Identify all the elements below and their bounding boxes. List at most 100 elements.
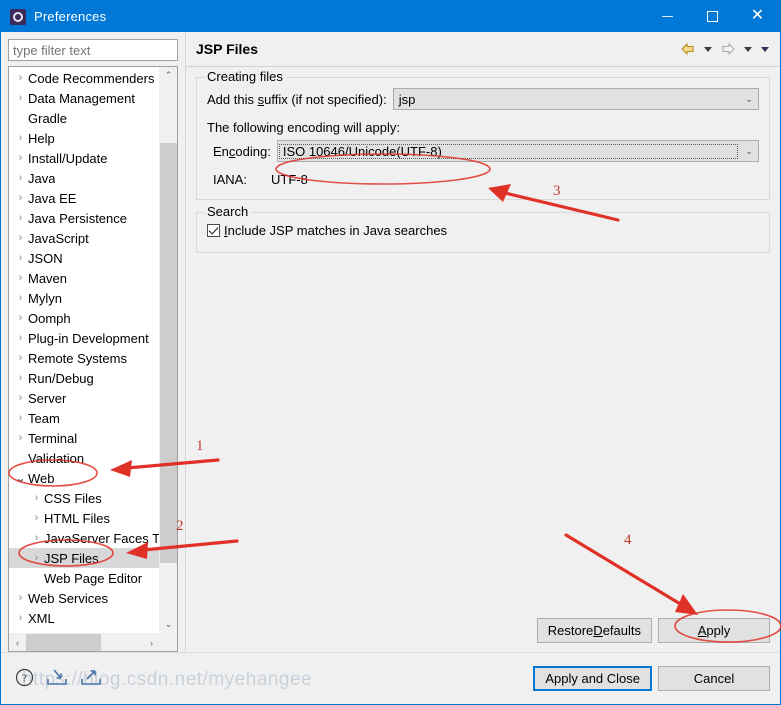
chevron-right-icon[interactable]: › [13, 332, 28, 344]
sidebar-item-css-files[interactable]: › CSS Files [9, 488, 159, 508]
page-title: JSP Files [196, 41, 259, 57]
preferences-tree-list: › Code Recommenders › Data Management Gradle… [9, 67, 159, 633]
sidebar-item-label: Validation [28, 450, 85, 466]
sidebar-item-web-services[interactable]: › Web Services [9, 588, 159, 608]
sidebar-item-maven[interactable]: › Maven [9, 268, 159, 288]
minimize-button[interactable] [645, 1, 690, 32]
encoding-combo[interactable]: ISO 10646/Unicode(UTF-8) ⌄ [276, 140, 759, 162]
chevron-right-icon[interactable]: › [13, 72, 28, 84]
chevron-right-icon[interactable]: › [13, 372, 28, 384]
sidebar-item-java[interactable]: › Java [9, 168, 159, 188]
chevron-right-icon[interactable]: › [13, 232, 28, 244]
svg-text:?: ? [22, 672, 27, 684]
scroll-left-icon[interactable]: ‹ [9, 634, 26, 651]
chevron-right-icon[interactable]: › [13, 152, 28, 164]
chevron-right-icon[interactable]: › [13, 392, 28, 404]
sidebar-item-gradle[interactable]: Gradle [9, 108, 159, 128]
scrollbar-corner [160, 634, 177, 651]
vscroll-thumb[interactable] [160, 142, 177, 563]
creating-files-legend: Creating files [205, 69, 287, 84]
forward-arrow-icon[interactable] [718, 39, 738, 59]
chevron-right-icon[interactable]: › [13, 352, 28, 364]
sidebar-item-install-update[interactable]: › Install/Update [9, 148, 159, 168]
suffix-combo[interactable]: jsp ⌄ [392, 88, 759, 110]
sidebar-item-code-recommenders[interactable]: › Code Recommenders [9, 68, 159, 88]
chevron-right-icon[interactable]: › [13, 312, 28, 324]
close-button[interactable]: ✕ [735, 1, 780, 32]
vscroll-track[interactable] [160, 84, 177, 616]
sidebar-item-java-ee[interactable]: › Java EE [9, 188, 159, 208]
chevron-right-icon[interactable]: › [29, 512, 44, 524]
window-title: Preferences [34, 9, 107, 24]
sidebar-item-javaserver-faces-to[interactable]: › JavaServer Faces To [9, 528, 159, 548]
page-header: JSP Files [186, 32, 780, 67]
scroll-right-icon[interactable]: › [143, 634, 160, 651]
preference-page: JSP Files Creating files Add this suffix… [185, 32, 780, 652]
help-icon[interactable]: ? [15, 668, 34, 690]
sidebar-item-label: Team [28, 410, 60, 426]
suffix-chevron-down-icon[interactable]: ⌄ [740, 94, 758, 105]
sidebar-item-mylyn[interactable]: › Mylyn [9, 288, 159, 308]
chevron-right-icon[interactable]: › [29, 552, 44, 564]
maximize-button[interactable] [690, 1, 735, 32]
chevron-right-icon[interactable]: › [13, 612, 28, 624]
filter-input[interactable] [8, 39, 178, 61]
sidebar-item-label: HTML Files [44, 510, 110, 526]
sidebar-item-plug-in-development[interactable]: › Plug-in Development [9, 328, 159, 348]
sidebar-item-data-management[interactable]: › Data Management [9, 88, 159, 108]
tree-horizontal-scrollbar[interactable]: ‹ › [9, 633, 177, 651]
tree-vertical-scrollbar[interactable]: ⌃ ⌄ [159, 67, 177, 633]
chevron-right-icon[interactable]: › [13, 92, 28, 104]
chevron-right-icon[interactable]: › [13, 292, 28, 304]
chevron-right-icon[interactable]: › [13, 192, 28, 204]
encoding-chevron-down-icon[interactable]: ⌄ [740, 146, 758, 157]
page-button-row: Restore Defaults Apply [186, 618, 780, 652]
chevron-right-icon[interactable]: › [29, 532, 44, 544]
sidebar-item-web-page-editor[interactable]: Web Page Editor [9, 568, 159, 588]
chevron-right-icon[interactable]: › [13, 252, 28, 264]
include-jsp-matches-checkbox[interactable] [207, 223, 220, 237]
apply-button[interactable]: Apply [658, 618, 770, 643]
sidebar-item-java-persistence[interactable]: › Java Persistence [9, 208, 159, 228]
back-arrow-icon[interactable] [678, 39, 698, 59]
sidebar-item-label: Java EE [28, 190, 77, 206]
chevron-right-icon[interactable]: › [13, 212, 28, 224]
chevron-right-icon[interactable]: › [13, 432, 28, 444]
sidebar-item-label: Data Management [28, 90, 135, 106]
sidebar-item-terminal[interactable]: › Terminal [9, 428, 159, 448]
encoding-label: Encoding: [213, 143, 271, 159]
view-menu-chevron-down-icon[interactable] [758, 39, 772, 59]
sidebar-item-html-files[interactable]: › HTML Files [9, 508, 159, 528]
sidebar-item-run-debug[interactable]: › Run/Debug [9, 368, 159, 388]
chevron-right-icon[interactable]: › [13, 412, 28, 424]
chevron-right-icon[interactable]: › [13, 172, 28, 184]
chevron-right-icon[interactable]: › [13, 272, 28, 284]
import-icon[interactable] [46, 668, 68, 690]
sidebar-item-remote-systems[interactable]: › Remote Systems [9, 348, 159, 368]
scroll-down-icon[interactable]: ⌄ [160, 616, 177, 633]
sidebar-item-xml[interactable]: › XML [9, 608, 159, 628]
export-icon[interactable] [80, 668, 102, 690]
restore-defaults-button[interactable]: Restore Defaults [536, 618, 652, 643]
sidebar-item-web[interactable]: ⌄ Web [9, 468, 159, 488]
hscroll-track[interactable] [26, 634, 143, 651]
sidebar-item-javascript[interactable]: › JavaScript [9, 228, 159, 248]
sidebar-item-server[interactable]: › Server [9, 388, 159, 408]
chevron-right-icon[interactable]: › [13, 592, 28, 604]
chevron-down-icon[interactable]: ⌄ [13, 472, 28, 484]
sidebar-item-jsp-files[interactable]: › JSP Files [9, 548, 159, 568]
sidebar-item-json[interactable]: › JSON [9, 248, 159, 268]
sidebar-item-validation[interactable]: Validation [9, 448, 159, 468]
sidebar-item-oomph[interactable]: › Oomph [9, 308, 159, 328]
sidebar-item-help[interactable]: › Help [9, 128, 159, 148]
sidebar-item-team[interactable]: › Team [9, 408, 159, 428]
chevron-right-icon[interactable]: › [13, 132, 28, 144]
forward-history-chevron-down-icon[interactable] [741, 39, 755, 59]
hscroll-thumb[interactable] [26, 634, 101, 651]
apply-and-close-button[interactable]: Apply and Close [533, 666, 652, 691]
scroll-up-icon[interactable]: ⌃ [160, 67, 177, 84]
back-history-chevron-down-icon[interactable] [701, 39, 715, 59]
chevron-right-icon[interactable]: › [29, 492, 44, 504]
cancel-button[interactable]: Cancel [658, 666, 770, 691]
include-jsp-matches-checkbox-row[interactable]: Include JSP matches in Java searches [207, 220, 759, 240]
